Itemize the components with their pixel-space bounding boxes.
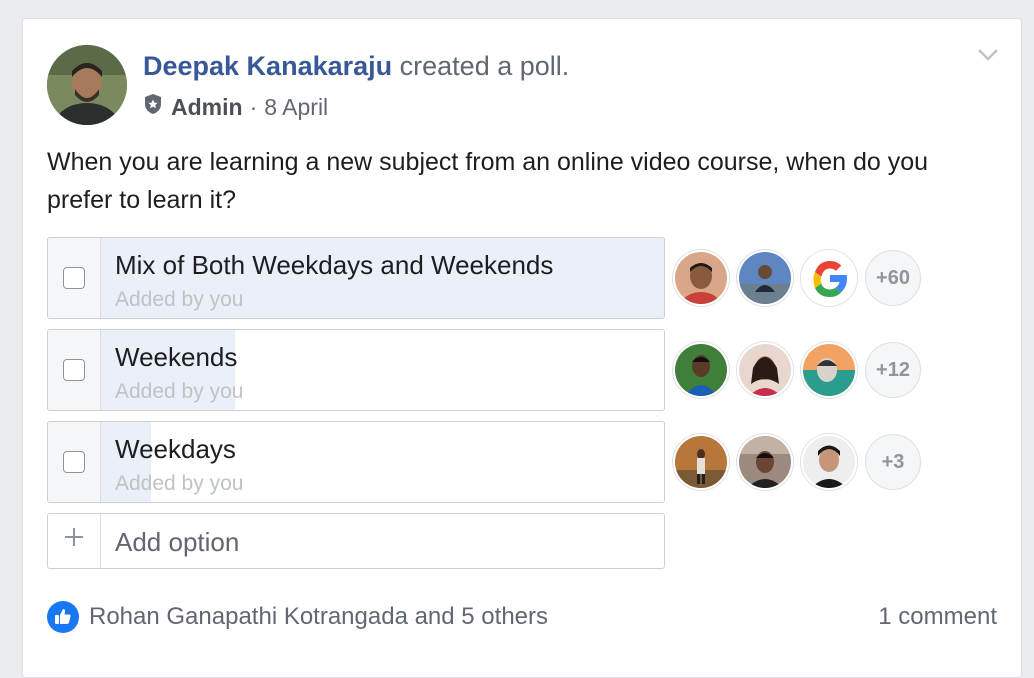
post-card: Deepak Kanakaraju created a poll. Admin …	[22, 18, 1022, 678]
plus-column	[48, 514, 101, 568]
admin-shield-icon	[143, 93, 163, 121]
option-label: Mix of Both Weekdays and Weekends	[115, 250, 554, 280]
voter-avatar[interactable]	[673, 434, 729, 490]
post-date[interactable]: 8 April	[264, 94, 328, 121]
voter-avatar[interactable]	[737, 434, 793, 490]
post-header: Deepak Kanakaraju created a poll.	[143, 51, 569, 82]
option-voters: +12	[673, 342, 921, 398]
post-action: created a poll.	[399, 51, 570, 81]
google-logo-avatar[interactable]	[801, 250, 857, 306]
like-thumb-icon	[47, 601, 79, 633]
author-name[interactable]: Deepak Kanakaraju	[143, 51, 392, 81]
voter-avatar[interactable]	[673, 342, 729, 398]
poll-option[interactable]: Mix of Both Weekdays and Weekends Added …	[47, 237, 665, 319]
add-option-placeholder: Add option	[115, 527, 240, 557]
voter-avatar[interactable]	[673, 250, 729, 306]
more-voters-count[interactable]: +60	[865, 250, 921, 306]
author-role: Admin	[171, 93, 243, 120]
checkbox-column	[48, 238, 101, 318]
checkbox-column	[48, 330, 101, 410]
option-checkbox[interactable]	[63, 451, 85, 473]
option-label: Weekdays	[115, 434, 236, 464]
likes-text: Rohan Ganapathi Kotrangada and 5 others	[89, 603, 549, 630]
poll-option[interactable]: Weekdays Added by you	[47, 421, 665, 503]
add-option-input[interactable]: Add option	[47, 513, 665, 569]
checkbox-column	[48, 422, 101, 502]
likes-summary[interactable]: Rohan Ganapathi Kotrangada and 5 others	[47, 601, 548, 633]
poll-option[interactable]: Weekends Added by you	[47, 329, 665, 411]
more-voters-count[interactable]: +12	[865, 342, 921, 398]
option-checkbox[interactable]	[63, 359, 85, 381]
option-added-by: Added by you	[115, 288, 244, 311]
voter-avatar[interactable]	[737, 250, 793, 306]
option-voters: +60	[673, 250, 921, 306]
voter-avatar[interactable]	[801, 434, 857, 490]
option-added-by: Added by you	[115, 472, 244, 495]
plus-icon	[62, 525, 86, 555]
more-voters-count[interactable]: +3	[865, 434, 921, 490]
option-added-by: Added by you	[115, 380, 244, 403]
option-checkbox[interactable]	[63, 267, 85, 289]
voter-avatar[interactable]	[737, 342, 793, 398]
meta-separator: ·	[249, 93, 258, 120]
post-meta: Admin · 8 April	[143, 93, 328, 121]
option-voters: +3	[673, 434, 921, 490]
voter-avatar[interactable]	[801, 342, 857, 398]
option-label: Weekends	[115, 342, 238, 372]
poll-question: When you are learning a new subject from…	[47, 148, 929, 214]
comments-count[interactable]: 1 comment	[878, 603, 997, 631]
author-avatar[interactable]	[47, 45, 127, 125]
chevron-down-icon[interactable]	[977, 47, 999, 63]
